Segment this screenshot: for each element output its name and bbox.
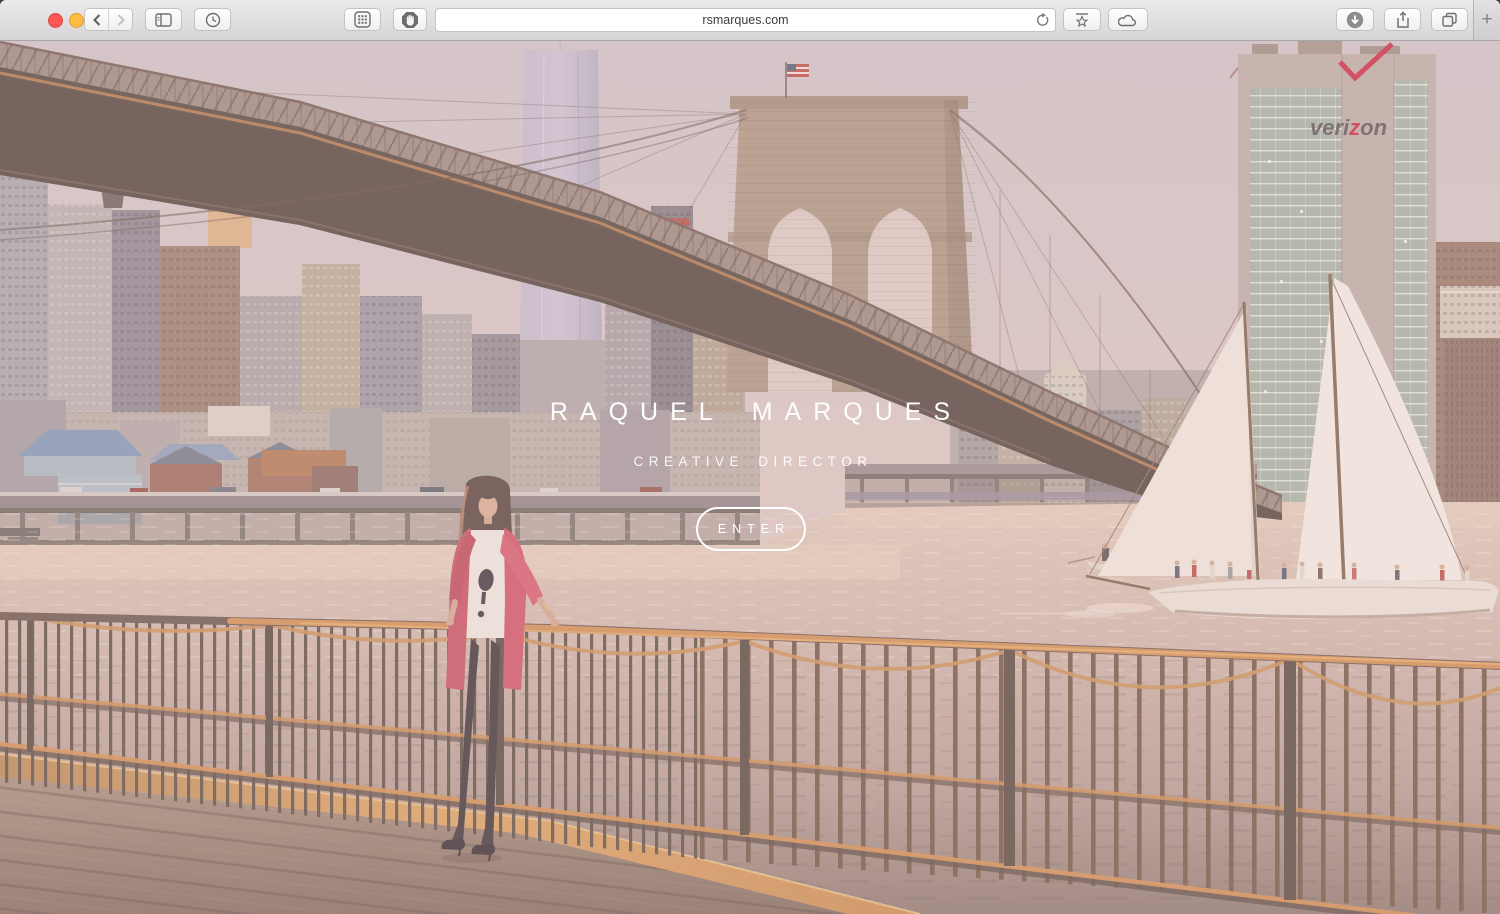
share-button[interactable] bbox=[1384, 8, 1421, 31]
tabs-icon bbox=[1441, 11, 1458, 28]
minimize-window-button[interactable] bbox=[69, 13, 84, 28]
downloads-button[interactable] bbox=[1336, 8, 1374, 31]
address-bar[interactable]: rsmarques.com bbox=[435, 8, 1056, 32]
nav-buttons bbox=[84, 8, 133, 31]
enter-button-label: ENTER bbox=[718, 522, 790, 536]
enter-button[interactable]: ENTER bbox=[696, 507, 806, 551]
favorites-button[interactable] bbox=[1063, 8, 1101, 31]
close-window-button[interactable] bbox=[48, 13, 63, 28]
history-button[interactable] bbox=[194, 8, 231, 31]
top-sites-button[interactable] bbox=[344, 8, 381, 31]
stop-hand-icon bbox=[401, 11, 419, 29]
content-blocker-button[interactable] bbox=[393, 8, 427, 31]
reload-button[interactable] bbox=[1035, 13, 1050, 33]
hero-background-photo: verizon bbox=[0, 40, 1500, 914]
browser-toolbar: rsmarques.com bbox=[0, 0, 1500, 41]
sidebar-button[interactable] bbox=[145, 8, 182, 31]
new-tab-button[interactable]: + bbox=[1473, 0, 1500, 40]
tab-overview-button[interactable] bbox=[1431, 8, 1468, 31]
new-tab-label: + bbox=[1481, 9, 1492, 31]
share-icon bbox=[1395, 11, 1411, 29]
url-text: rsmarques.com bbox=[702, 13, 788, 27]
cloud-icon bbox=[1118, 13, 1138, 27]
favorites-star-icon bbox=[1074, 12, 1090, 28]
reload-icon bbox=[1035, 13, 1050, 28]
back-button[interactable] bbox=[85, 9, 108, 30]
grid-icon bbox=[354, 11, 371, 28]
forward-button[interactable] bbox=[108, 9, 132, 30]
browser-window: rsmarques.com bbox=[0, 0, 1500, 914]
clock-icon bbox=[205, 12, 221, 28]
forward-chevron-icon bbox=[116, 13, 126, 27]
icloud-tabs-button[interactable] bbox=[1108, 8, 1148, 31]
download-icon bbox=[1346, 11, 1364, 29]
back-chevron-icon bbox=[92, 13, 102, 27]
sidebar-icon bbox=[155, 13, 172, 27]
photo-light-veil bbox=[0, 40, 1500, 914]
